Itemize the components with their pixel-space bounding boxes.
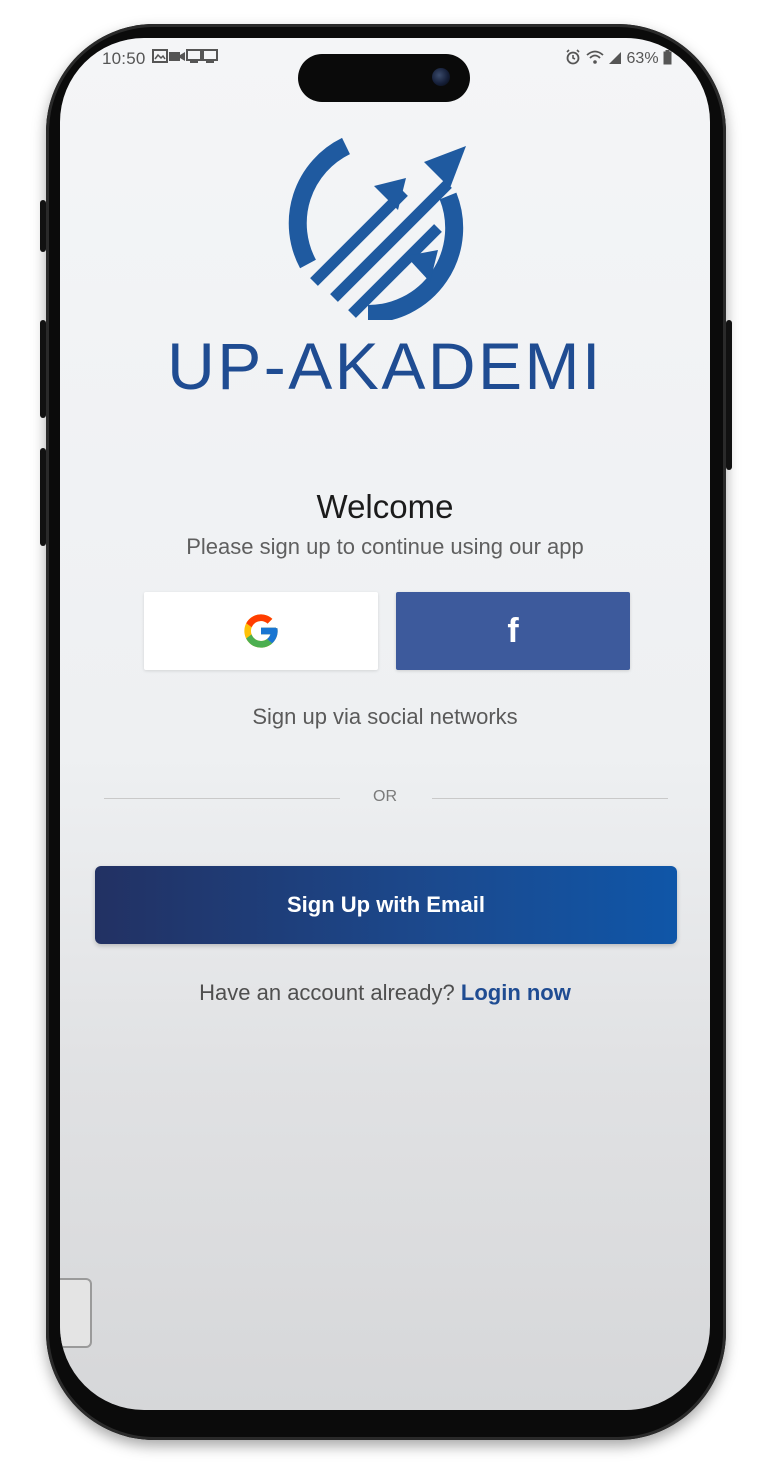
login-now-link[interactable]: Login now xyxy=(461,980,571,1005)
login-prompt-row: Have an account already? Login now xyxy=(60,980,710,1006)
status-time: 10:50 xyxy=(102,49,146,68)
brand-logo-icon xyxy=(288,137,466,320)
signal-icon xyxy=(609,52,622,64)
google-signup-button[interactable] xyxy=(144,592,378,670)
phone-power-button xyxy=(726,320,732,470)
video-notification-icon xyxy=(169,52,185,61)
brand-name: UP-AKADEMI xyxy=(167,329,603,403)
status-right-group: 63% xyxy=(565,49,672,68)
facebook-f-icon: f xyxy=(507,611,519,650)
email-signup-button[interactable]: Sign Up with Email xyxy=(95,866,677,944)
welcome-subtitle: Please sign up to continue using our app xyxy=(186,534,584,559)
divider-line-right xyxy=(432,798,668,799)
social-signup-note: Sign up via social networks xyxy=(252,704,518,729)
battery-percent: 63% xyxy=(626,50,659,67)
screen-notification-icon xyxy=(202,49,218,63)
divider-or-label: OR xyxy=(373,788,397,805)
alarm-icon xyxy=(566,49,580,65)
login-prompt: Have an account already? xyxy=(199,980,455,1005)
email-signup-label: Sign Up with Email xyxy=(286,892,485,917)
dynamic-island xyxy=(298,54,470,102)
phone-volume-down-button xyxy=(40,448,46,546)
welcome-title: Welcome xyxy=(316,488,454,525)
cast-notification-icon xyxy=(186,49,202,63)
notification-icons xyxy=(152,49,218,66)
facebook-signup-button[interactable]: f xyxy=(396,592,630,670)
battery-icon xyxy=(663,50,672,65)
phone-volume-up-button xyxy=(40,320,46,418)
front-camera xyxy=(432,68,450,86)
phone-side-button xyxy=(40,200,46,252)
gallery-notification-icon xyxy=(152,49,168,63)
google-g-icon xyxy=(244,614,278,648)
app-screen: 10:50 63% UP-AKADEMI Welcome Please sign… xyxy=(60,38,710,1410)
edge-panel-handle[interactable] xyxy=(60,1278,92,1348)
wifi-icon xyxy=(586,50,604,64)
